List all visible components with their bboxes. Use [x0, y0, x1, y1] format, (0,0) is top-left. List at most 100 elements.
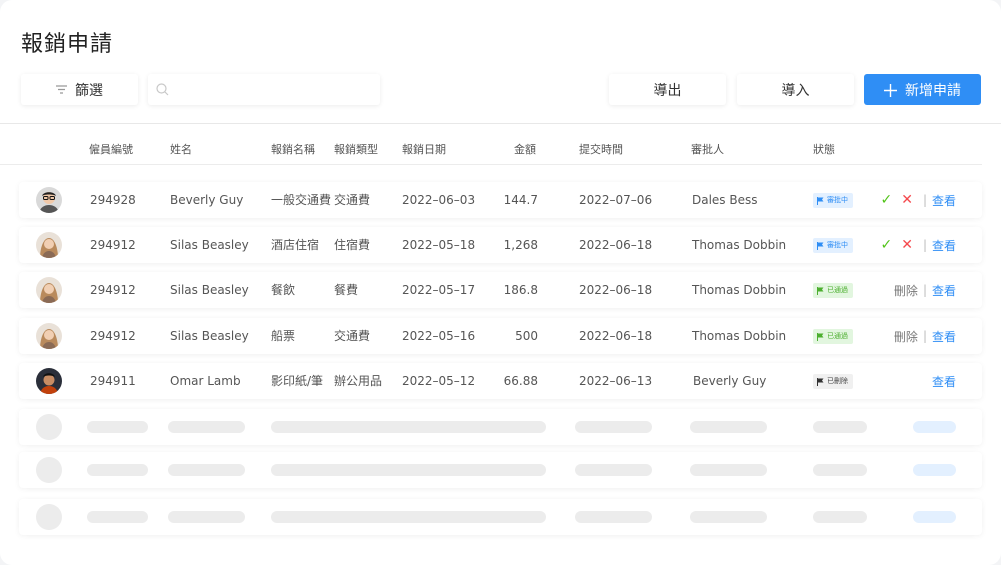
flag-icon — [817, 377, 824, 386]
expense-name: 影印紙/筆 — [271, 374, 324, 388]
avatar — [36, 232, 62, 258]
action-separator: | — [922, 329, 927, 343]
skeleton-bar — [271, 511, 546, 523]
skeleton-action — [913, 511, 956, 523]
header-name: 姓名 — [170, 143, 192, 156]
view-link[interactable]: 查看 — [932, 373, 956, 390]
header-approver: 審批人 — [691, 143, 724, 156]
view-link[interactable]: 查看 — [932, 192, 956, 209]
import-button[interactable]: 導入 — [737, 74, 854, 105]
skeleton-bar — [87, 464, 148, 476]
skeleton-avatar — [36, 504, 62, 530]
delete-button[interactable]: 刪除 — [894, 282, 918, 299]
employee-name: Silas Beasley — [170, 329, 249, 343]
skeleton-bar — [690, 464, 767, 476]
status-label: 審批中 — [827, 241, 848, 249]
row-actions: 查看 — [932, 363, 956, 399]
employee-id: 294928 — [90, 193, 136, 207]
skeleton-bar — [271, 464, 546, 476]
header-expense-date: 報銷日期 — [402, 143, 446, 156]
table-row[interactable]: 294911 Omar Lamb 影印紙/筆 辦公用品 2022–05–12 6… — [19, 363, 982, 399]
skeleton-avatar — [36, 414, 62, 440]
skeleton-bar — [813, 464, 867, 476]
action-separator: | — [922, 283, 927, 297]
export-button[interactable]: 導出 — [609, 74, 726, 105]
approver: Thomas Dobbin — [692, 283, 787, 297]
action-separator: | — [922, 193, 927, 207]
flag-icon — [817, 196, 824, 205]
skeleton-bar — [271, 421, 546, 433]
import-label: 導入 — [781, 82, 810, 99]
skeleton-row — [19, 409, 982, 445]
search-input[interactable] — [175, 73, 380, 106]
skeleton-bar — [575, 511, 652, 523]
plus-icon — [884, 80, 897, 100]
skeleton-bar — [690, 511, 767, 523]
avatar — [36, 368, 62, 394]
expense-date: 2022–05–17 — [402, 283, 476, 297]
amount: 186.8 — [503, 283, 538, 297]
delete-button[interactable]: 刪除 — [894, 328, 918, 345]
approver: Beverly Guy — [693, 374, 767, 388]
amount: 144.7 — [503, 193, 538, 207]
submit-time: 2022–06–13 — [579, 374, 653, 388]
add-request-button[interactable]: 新增申請 — [864, 74, 981, 105]
approve-button[interactable]: ✓ — [880, 192, 892, 208]
header-status: 狀態 — [813, 143, 835, 156]
expense-type: 住宿費 — [334, 238, 371, 252]
skeleton-bar — [575, 421, 652, 433]
skeleton-bar — [168, 511, 245, 523]
skeleton-bar — [168, 421, 245, 433]
skeleton-bar — [87, 511, 148, 523]
expense-name: 船票 — [271, 329, 296, 343]
header-amount: 金額 — [514, 143, 536, 156]
employee-name: Beverly Guy — [170, 193, 244, 207]
export-label: 導出 — [653, 82, 682, 99]
row-actions: ✓ ✕ | 查看 — [880, 227, 956, 263]
amount: 1,268 — [503, 238, 538, 252]
employee-id: 294912 — [90, 238, 136, 252]
page-title: 報銷申請 — [21, 32, 114, 57]
flag-icon — [817, 241, 824, 250]
skeleton-bar — [813, 511, 867, 523]
expense-type: 餐費 — [334, 283, 359, 297]
skeleton-row — [19, 499, 982, 535]
search-icon — [156, 83, 169, 96]
view-link[interactable]: 查看 — [932, 237, 956, 254]
status-label: 審批中 — [827, 196, 848, 204]
expense-type: 交通費 — [334, 193, 371, 207]
reject-button[interactable]: ✕ — [901, 192, 913, 208]
employee-name: Silas Beasley — [170, 283, 249, 297]
table-row[interactable]: 294912 Silas Beasley 酒店住宿 住宿費 2022–05–18… — [19, 227, 982, 263]
filter-button[interactable]: 篩選 — [21, 74, 138, 105]
table-row[interactable]: 294912 Silas Beasley 餐飲 餐費 2022–05–17 18… — [19, 272, 982, 308]
header-expense-type: 報銷類型 — [334, 143, 378, 156]
avatar — [36, 277, 62, 303]
table-row[interactable]: 294912 Silas Beasley 船票 交通費 2022–05–16 5… — [19, 318, 982, 354]
approver: Thomas Dobbin — [692, 238, 787, 252]
filter-label: 篩選 — [75, 82, 103, 99]
view-link[interactable]: 查看 — [932, 282, 956, 299]
expense-card: 報銷申請 篩選 導出 導入 新增申請 僱員編號 姓名 報銷名稱 報銷類型 報銷日… — [0, 0, 1001, 565]
skeleton-bar — [690, 421, 767, 433]
expense-date: 2022–05–18 — [402, 238, 476, 252]
status-label: 已刪除 — [827, 377, 848, 385]
search-box[interactable] — [148, 73, 380, 106]
skeleton-action — [913, 421, 956, 433]
skeleton-bar — [168, 464, 245, 476]
table-row[interactable]: 294928 Beverly Guy 一般交通費 交通費 2022–06–03 … — [19, 182, 982, 218]
approve-button[interactable]: ✓ — [880, 237, 892, 253]
expense-date: 2022–05–16 — [402, 329, 476, 343]
header-submit-time: 提交時間 — [579, 143, 623, 156]
skeleton-bar — [575, 464, 652, 476]
submit-time: 2022–06–18 — [579, 329, 653, 343]
flag-icon — [817, 332, 824, 341]
reject-button[interactable]: ✕ — [901, 237, 913, 253]
header-expense-name: 報銷名稱 — [271, 143, 315, 156]
view-link[interactable]: 查看 — [932, 328, 956, 345]
approver: Thomas Dobbin — [692, 329, 787, 343]
status-badge: 已通過 — [813, 283, 853, 298]
table-header: 僱員編號 姓名 報銷名稱 報銷類型 報銷日期 金額 提交時間 審批人 狀態 — [0, 124, 982, 165]
skeleton-row — [19, 452, 982, 488]
filter-icon — [56, 85, 67, 94]
